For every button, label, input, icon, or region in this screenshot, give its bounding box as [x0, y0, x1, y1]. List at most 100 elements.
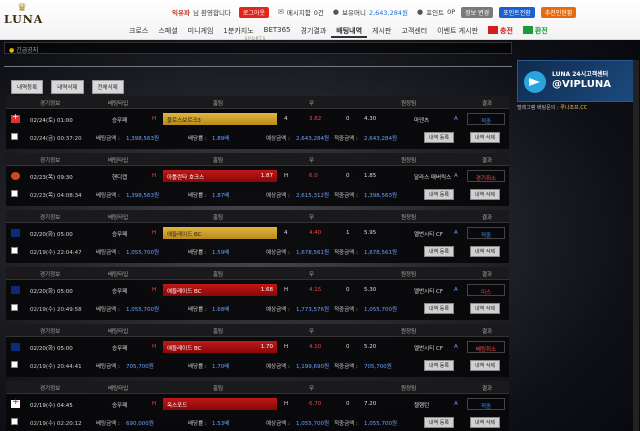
col-away: 원정팀 — [401, 158, 417, 164]
register-button[interactable]: 내역 등록 — [424, 246, 454, 257]
register-button[interactable]: 내역 등록 — [424, 303, 454, 314]
urgent-notice[interactable]: ● 긴급공지 — [4, 42, 512, 54]
nav-exchange[interactable]: 환전 — [518, 22, 553, 38]
header: ♛ LUNA SPORTS 익유파 님 환영합니다 로그아웃 ✉ 메시지함 0건… — [0, 0, 640, 42]
home-team-cell[interactable]: 아틀란타 호크스 1.87 — [163, 170, 277, 182]
expect-label: 예상금액 : — [266, 421, 290, 427]
expect-label: 예상금액 : — [266, 136, 290, 142]
point-convert-button[interactable]: 포인트전환 — [499, 6, 535, 18]
win-value: 705,700원 — [364, 364, 392, 370]
expect-label: 예상금액 : — [266, 364, 290, 370]
away-odd: 7.20 — [364, 401, 377, 407]
coin-icon: ● — [332, 8, 340, 16]
bet-time: 02/24(금) 00:37:20 — [30, 136, 82, 142]
message-label[interactable]: 메시지함 — [287, 7, 311, 17]
nav-cross[interactable]: 크로스 — [124, 22, 153, 38]
scrollbar[interactable] — [633, 60, 639, 431]
bet-time: 02/19(수) 20:44:41 — [30, 364, 82, 370]
delete-button[interactable]: 내역 삭제 — [470, 360, 500, 371]
home-marker: H — [152, 344, 157, 350]
home-team-cell[interactable]: 애들레이드 BC 1.70 — [163, 341, 277, 353]
home-team-cell[interactable]: 블로스보르크3 — [163, 113, 277, 125]
away-score: 0 — [346, 401, 350, 407]
draw-odd: 4.15 — [309, 287, 322, 293]
register-button[interactable]: 내역 등록 — [424, 360, 454, 371]
expect-label: 예상금액 : — [266, 193, 290, 199]
nav-results[interactable]: 경기결과 — [296, 22, 332, 38]
home-team-cell[interactable]: 옥스포드 — [163, 398, 277, 410]
delete-button[interactable]: 내역 삭제 — [470, 132, 500, 143]
select-checkbox[interactable] — [11, 304, 18, 311]
away-team: 달라스 매버릭스 — [414, 175, 452, 181]
result-badge: 경기취소 — [467, 170, 505, 182]
select-checkbox[interactable] — [11, 361, 18, 368]
register-button[interactable]: 내역 등록 — [424, 132, 454, 143]
draw-odd: 6.70 — [309, 401, 322, 407]
register-history-button[interactable]: 내역등록 — [11, 80, 44, 94]
league-flag-icon — [11, 229, 20, 237]
win-label: 적중금액 : — [334, 136, 358, 142]
away-odd: 5.20 — [364, 344, 377, 350]
point-value: 0P — [447, 8, 456, 16]
delete-all-button[interactable]: 전체삭제 — [91, 80, 124, 94]
away-team: 멜번시티 CF — [414, 346, 443, 352]
bet-type: 승무패 — [112, 346, 128, 352]
telegram-banner[interactable]: LUNA 24시고객센터 @VIPLUNA — [517, 60, 635, 102]
mail-icon: ✉ — [278, 8, 284, 16]
home-score: H — [284, 401, 289, 407]
result-badge: 적중 — [467, 398, 505, 410]
delete-button[interactable]: 내역 삭제 — [470, 246, 500, 257]
col-info: 경기정보 — [40, 329, 61, 335]
home-score: 4 — [284, 230, 288, 236]
nav-minigame[interactable]: 미니게임 — [183, 22, 219, 38]
home-team-cell[interactable]: 애들레이드 BC 1.68 — [163, 284, 277, 296]
col-home: 홈팀 — [213, 329, 224, 335]
nav-bet-history[interactable]: 배팅내역 — [331, 22, 368, 38]
delete-history-button[interactable]: 내역삭제 — [51, 80, 84, 94]
logout-button[interactable]: 로그아웃 — [238, 6, 269, 18]
bet-row: 02/20(화) 05:00 승무패 H 애들레이드 BC 1.70 H 4.10 0 5.20… — [6, 340, 509, 355]
nav-charge[interactable]: 충전 — [483, 22, 518, 38]
user-bar: 익유파 님 환영합니다 로그아웃 ✉ 메시지함 0건 ● 보유머니 2,643,… — [172, 6, 577, 18]
logo[interactable]: ♛ LUNA SPORTS — [4, 2, 265, 42]
recommend-button[interactable]: 추천인현황 — [540, 6, 577, 18]
bet-row: 02/19(수) 04:45 승무패 H 옥스포드 H 6.70 0 7.20 첼햄턴 A 적중 — [6, 397, 509, 412]
select-checkbox[interactable] — [11, 247, 18, 254]
bet-summary: 02/24(금) 00:37:20 베팅금액 : 1,398,563원 배당률 : 1.… — [6, 130, 509, 144]
balance-value: 2,643,284원 — [368, 9, 409, 17]
select-checkbox[interactable] — [11, 190, 18, 197]
away-score: 0 — [346, 287, 350, 293]
delete-button[interactable]: 내역 삭제 — [470, 417, 500, 428]
filter-buttons: 내역등록 내역삭제 전체삭제 — [11, 80, 124, 94]
nav-bet365[interactable]: BET365 — [259, 22, 296, 38]
home-team-cell[interactable]: 애들레이드 BC — [163, 227, 277, 239]
nav-event[interactable]: 이벤트 게시판 — [432, 22, 483, 38]
nav-special[interactable]: 스페셜 — [153, 22, 182, 38]
change-info-button[interactable]: 정보 변경 — [461, 6, 494, 18]
away-score: 0 — [346, 116, 350, 122]
telegram-info-value: 루나조프.CC — [560, 105, 588, 111]
draw-odd: 6.0 — [309, 173, 318, 179]
nav-casino[interactable]: 1분카지노 — [218, 22, 258, 38]
away-team: 첼햄턴 — [414, 403, 430, 409]
user-name: 익유파 — [172, 9, 190, 17]
register-button[interactable]: 내역 등록 — [424, 189, 454, 200]
odds-label: 배당률 : — [188, 250, 207, 256]
home-marker: H — [152, 116, 157, 122]
delete-button[interactable]: 내역 삭제 — [470, 189, 500, 200]
select-checkbox[interactable] — [11, 418, 18, 425]
draw-odd: 3.82 — [309, 116, 322, 122]
bet-block: 경기정보 베팅타입 홈팀 무 원정팀 결과 02/19(수) 04:45 승무패 H 옥스포드 H 6… — [6, 381, 509, 431]
col-draw: 무 — [309, 272, 315, 278]
win-label: 적중금액 : — [334, 421, 358, 427]
register-button[interactable]: 내역 등록 — [424, 417, 454, 428]
col-result: 결과 — [482, 386, 493, 392]
bet-summary: 02/19(수) 20:44:41 베팅금액 : 705,700원 배당률 : 1.70… — [6, 358, 509, 372]
select-checkbox[interactable] — [11, 133, 18, 140]
home-team: 애들레이드 BC — [167, 346, 202, 352]
delete-button[interactable]: 내역 삭제 — [470, 303, 500, 314]
nav-support[interactable]: 고객센터 — [396, 22, 432, 38]
bet-amount-label: 베팅금액 : — [96, 307, 120, 313]
draw-odd: 4.40 — [309, 230, 322, 236]
nav-board[interactable]: 게시판 — [367, 22, 396, 38]
